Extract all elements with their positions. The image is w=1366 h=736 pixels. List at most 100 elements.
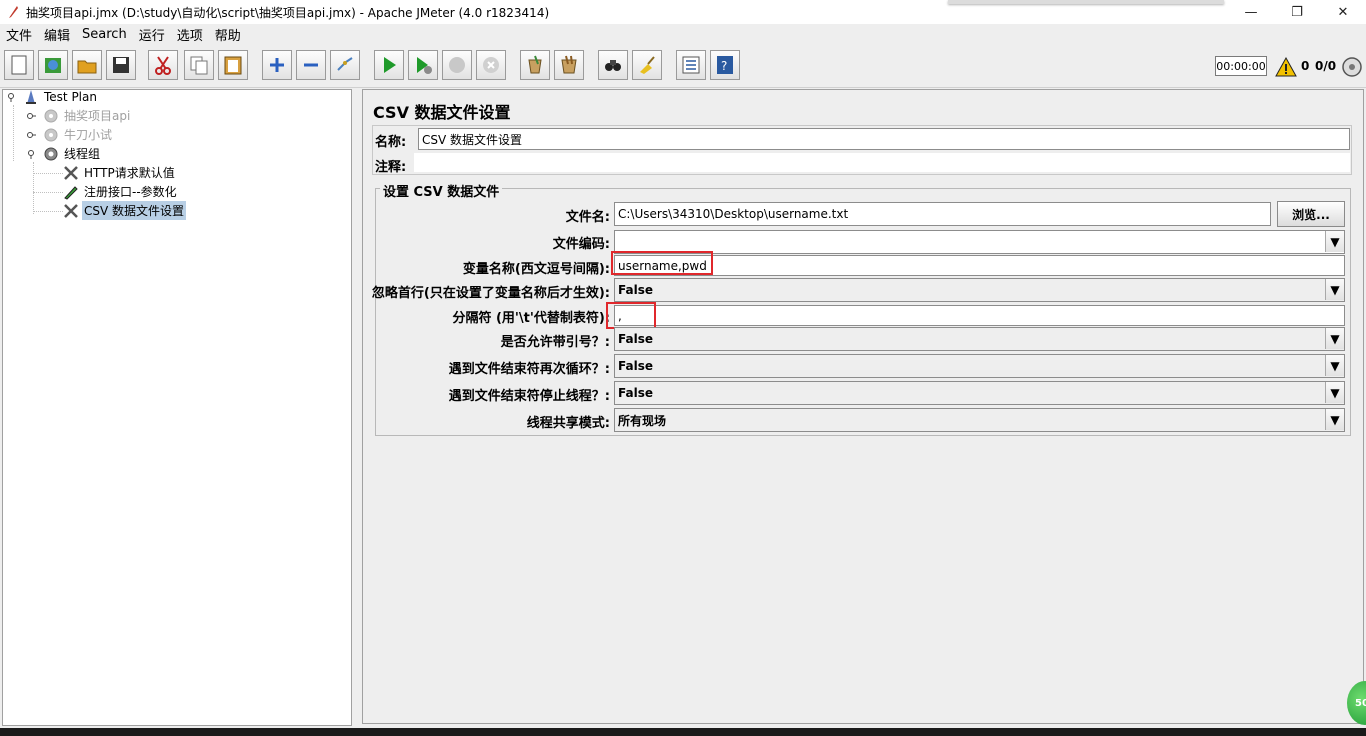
shutdown-icon [483, 57, 499, 73]
chevron-down-icon[interactable]: ▼ [1325, 382, 1344, 403]
page-title: CSV 数据文件设置 [373, 103, 511, 122]
tree-node-label: Test Plan [44, 89, 97, 104]
chevron-down-icon[interactable]: ▼ [1325, 409, 1344, 430]
start-no-pauses-button[interactable] [408, 50, 438, 80]
tree-node-register-param[interactable]: 注册接口--参数化 [62, 182, 179, 201]
quoted-combo[interactable]: False ▼ [614, 327, 1345, 351]
tree-toggle-project-api[interactable] [26, 111, 36, 121]
tree-node-label: CSV 数据文件设置 [82, 201, 187, 220]
name-field[interactable]: CSV 数据文件设置 [418, 128, 1350, 150]
filename-field[interactable]: C:\Users\34310\Desktop\username.txt [614, 202, 1271, 226]
quoted-label: 是否允许带引号？: [500, 335, 610, 350]
start-button[interactable] [374, 50, 404, 80]
collapse-all-button[interactable] [296, 50, 326, 80]
recycle-value: False [618, 359, 653, 373]
tree-node-label: 注册接口--参数化 [84, 185, 177, 199]
expand-all-button[interactable] [262, 50, 292, 80]
remote-status-icon [1342, 57, 1362, 77]
tree-toggle-trial[interactable] [26, 130, 36, 140]
group-title: 设置 CSV 数据文件 [380, 181, 503, 200]
warning-count: 0 [1301, 59, 1310, 73]
quoted-value: False [618, 332, 653, 346]
clear-all-button[interactable] [554, 50, 584, 80]
cut-button[interactable] [148, 50, 178, 80]
tree-node-http-defaults[interactable]: HTTP请求默认值 [62, 163, 177, 182]
stop-thread-value: False [618, 386, 653, 400]
sharing-mode-label: 线程共享模式: [526, 416, 610, 431]
menu-run[interactable]: 运行 [133, 25, 171, 44]
minimize-icon[interactable]: — [1228, 0, 1274, 24]
varnames-label: 变量名称(西文逗号间隔): [462, 262, 610, 277]
help-button[interactable]: ? [710, 50, 740, 80]
stop-thread-combo[interactable]: False ▼ [614, 381, 1345, 405]
highlight-box [606, 302, 656, 329]
chevron-down-icon[interactable]: ▼ [1325, 328, 1344, 349]
varnames-field[interactable]: username,pwd [614, 255, 1345, 276]
comment-field[interactable] [414, 153, 1350, 172]
elapsed-timer: 00:00:00 [1215, 56, 1267, 76]
sharing-mode-combo[interactable]: 所有现场 ▼ [614, 408, 1345, 432]
pencil-icon [64, 185, 78, 200]
gear-icon [44, 147, 58, 160]
encoding-combo[interactable]: ▼ [614, 230, 1345, 254]
tree-node-thread-group[interactable]: 线程组 [42, 144, 102, 163]
tree-toggle-thread-group[interactable] [26, 149, 36, 159]
tree-node-project-api[interactable]: 抽奖项目api [42, 106, 132, 125]
tree-node-label: 牛刀小试 [64, 128, 113, 142]
start-icon [384, 57, 396, 73]
active-threads-count: 0/0 [1315, 59, 1337, 73]
new-button[interactable] [4, 50, 34, 80]
ignore-first-label: 忽略首行(只在设置了变量名称后才生效): [371, 286, 610, 301]
chevron-down-icon[interactable]: ▼ [1325, 231, 1344, 252]
open-button[interactable] [72, 50, 102, 80]
cut-icon [155, 56, 171, 75]
templates-button[interactable] [38, 50, 68, 80]
close-icon[interactable]: ✕ [1320, 0, 1366, 24]
stop-button[interactable] [442, 50, 472, 80]
expand-icon [270, 58, 284, 72]
wrench-icon [64, 203, 78, 218]
copy-button[interactable] [184, 50, 214, 80]
clear-all-icon [561, 55, 577, 74]
tree-toggle-test-plan[interactable] [6, 92, 16, 102]
chevron-down-icon[interactable]: ▼ [1325, 355, 1344, 376]
restore-icon[interactable]: ❐ [1274, 0, 1320, 24]
clear-icon [528, 55, 542, 74]
reset-search-button[interactable] [632, 50, 662, 80]
sharing-mode-value: 所有现场 [618, 413, 667, 428]
recycle-combo[interactable]: False ▼ [614, 354, 1345, 378]
wrench-icon [64, 165, 78, 180]
menu-help[interactable]: 帮助 [209, 25, 247, 44]
toolbar: ? [0, 45, 1366, 88]
paste-icon [224, 56, 242, 75]
toggle-button[interactable] [330, 50, 360, 80]
browse-button[interactable]: 浏览... [1277, 201, 1345, 227]
paste-button[interactable] [218, 50, 248, 80]
warning-icon[interactable] [1275, 57, 1297, 77]
menu-file[interactable]: 文件 [0, 25, 38, 44]
clear-button[interactable] [520, 50, 550, 80]
save-icon [113, 57, 129, 73]
search-button[interactable] [598, 50, 628, 80]
tree-node-label: 抽奖项目api [64, 109, 131, 123]
ignore-first-combo[interactable]: False ▼ [614, 278, 1345, 302]
gear-icon [44, 128, 58, 141]
delimiter-field[interactable]: , [614, 305, 1345, 326]
save-button[interactable] [106, 50, 136, 80]
menu-edit[interactable]: 编辑 [38, 25, 76, 44]
stop-thread-label: 遇到文件结束符停止线程？: [448, 389, 610, 404]
function-helper-button[interactable] [676, 50, 706, 80]
menu-options[interactable]: 选项 [171, 25, 209, 44]
chevron-down-icon[interactable]: ▼ [1325, 279, 1344, 300]
encoding-label: 文件编码: [552, 237, 610, 252]
recycle-label: 遇到文件结束符再次循环？: [448, 362, 610, 377]
pane-splitter[interactable] [354, 89, 360, 729]
delimiter-label: 分隔符 (用'\t'代替制表符): [452, 311, 610, 326]
tree-node-csv-config[interactable]: CSV 数据文件设置 [62, 201, 187, 220]
tree-node-test-plan[interactable]: Test Plan [22, 87, 99, 106]
jmeter-feather-icon [9, 6, 18, 18]
shutdown-button[interactable] [476, 50, 506, 80]
tree-node-trial[interactable]: 牛刀小试 [42, 125, 114, 144]
copy-icon [190, 56, 208, 75]
menu-search[interactable]: Search [76, 27, 133, 42]
